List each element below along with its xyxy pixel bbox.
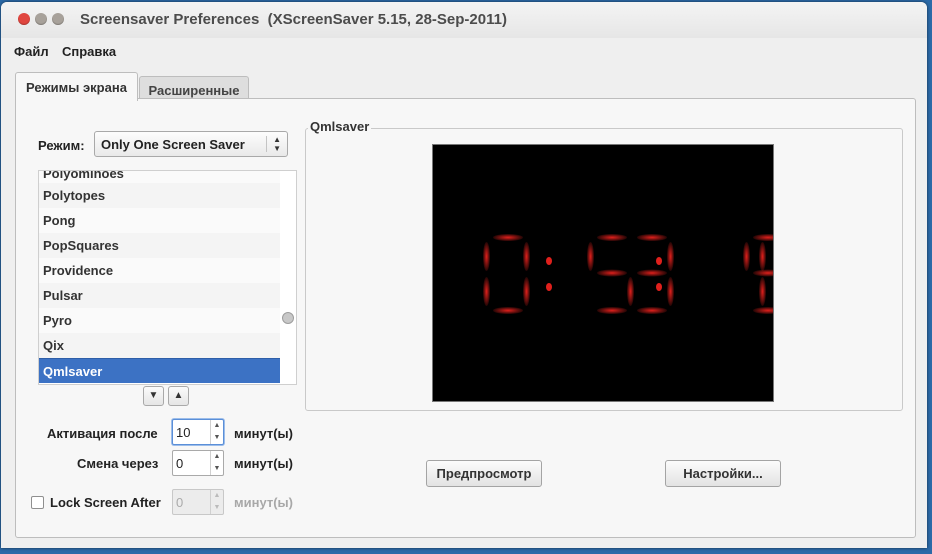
mode-label: Режим: (38, 138, 85, 153)
screensaver-list[interactable]: Polyominoes Polytopes Pong PopSquares Pr… (38, 170, 297, 385)
clock-segment-f (587, 242, 594, 271)
cycle-after-label: Смена через (77, 456, 159, 471)
cycle-after-input[interactable] (176, 454, 210, 472)
blank-after-input[interactable] (176, 423, 210, 441)
clock-segment-a (597, 234, 627, 241)
preview-button[interactable]: Предпросмотр (426, 460, 542, 487)
cycle-after-unit: минут(ы) (234, 456, 293, 471)
clock-segment-f (743, 242, 750, 271)
clock-segment-b (523, 242, 530, 271)
arrow-down-icon: ▼ (148, 390, 159, 401)
clock-segment-g (753, 269, 773, 277)
seven-segment-clock (483, 234, 773, 314)
list-item[interactable]: Pulsar (39, 283, 280, 308)
clock-segment-d (753, 307, 773, 314)
list-item[interactable]: Pyro (39, 308, 280, 333)
settings-button[interactable]: Настройки... (665, 460, 781, 487)
clock-colon-dot (656, 283, 662, 291)
preview-frame-title: Qmlsaver (308, 119, 372, 134)
list-item[interactable]: Qix (39, 333, 280, 358)
tab-display-modes[interactable]: Режимы экрана (15, 72, 138, 101)
lock-screen-checkbox[interactable] (31, 496, 44, 509)
blank-after-unit: минут(ы) (234, 426, 293, 441)
clock-segment-c (667, 277, 674, 306)
minimize-window-button[interactable] (35, 13, 47, 25)
clock-segment-g (637, 269, 667, 277)
clock-segment-g (597, 269, 627, 277)
previous-mode-button[interactable]: ▲ (168, 386, 189, 406)
mode-dropdown-value: Only One Screen Saver (101, 137, 245, 152)
clock-segment-d (637, 307, 667, 314)
menu-file[interactable]: Файл (14, 44, 49, 59)
blank-after-label: Активация после (47, 426, 158, 441)
clock-segment-b (667, 242, 674, 271)
clock-segment-c (523, 277, 530, 306)
cycle-after-spinner[interactable]: ▲▼ (172, 450, 224, 476)
clock-segment-a (753, 234, 773, 241)
spinner-arrows-icon[interactable]: ▲ ▼ (210, 420, 223, 444)
clock-segment-c (759, 277, 766, 306)
list-item[interactable]: Polytopes (39, 183, 280, 208)
list-item[interactable]: PopSquares (39, 233, 280, 258)
next-mode-button[interactable]: ▼ (143, 386, 164, 406)
window-title: Screensaver Preferences (XScreenSaver 5.… (80, 11, 507, 28)
screensaver-preview (432, 144, 774, 402)
list-scrollbar[interactable] (280, 171, 296, 384)
clock-segment-a (493, 234, 523, 241)
list-item[interactable]: Pong (39, 208, 280, 233)
blank-after-spinner[interactable]: ▲▼ (172, 419, 224, 445)
lock-after-input[interactable] (176, 493, 210, 511)
clock-segment-f (483, 242, 490, 271)
clock-segment-b (759, 242, 766, 271)
close-window-button[interactable] (18, 13, 30, 25)
arrow-up-icon: ▲ (173, 390, 184, 401)
clock-segment-d (493, 307, 523, 314)
clock-segment-e (483, 277, 490, 306)
lock-screen-label[interactable]: Lock Screen After (50, 495, 161, 510)
title-bar[interactable]: Screensaver Preferences (XScreenSaver 5.… (1, 2, 927, 38)
clock-segment-c (627, 277, 634, 306)
list-item[interactable]: Providence (39, 258, 280, 283)
mode-dropdown[interactable]: Only One Screen Saver ▲ ▼ (94, 131, 288, 157)
updown-arrows-icon: ▲ ▼ (273, 135, 281, 153)
spinner-arrows-icon[interactable]: ▲ ▼ (210, 490, 223, 514)
lock-after-unit: минут(ы) (234, 495, 293, 510)
clock-colon-dot (656, 257, 662, 265)
dropdown-separator (266, 136, 267, 152)
lock-after-spinner[interactable]: ▲▼ (172, 489, 224, 515)
clock-colon-dot (546, 283, 552, 291)
scrollbar-thumb[interactable] (282, 312, 294, 324)
menu-bar: Файл Справка (1, 38, 927, 66)
spinner-arrows-icon[interactable]: ▲ ▼ (210, 451, 223, 475)
clock-segment-d (597, 307, 627, 314)
menu-help[interactable]: Справка (62, 44, 116, 59)
clock-colon-dot (546, 257, 552, 265)
clock-segment-a (637, 234, 667, 241)
maximize-window-button[interactable] (52, 13, 64, 25)
list-item-selected[interactable]: Qmlsaver (39, 358, 280, 383)
